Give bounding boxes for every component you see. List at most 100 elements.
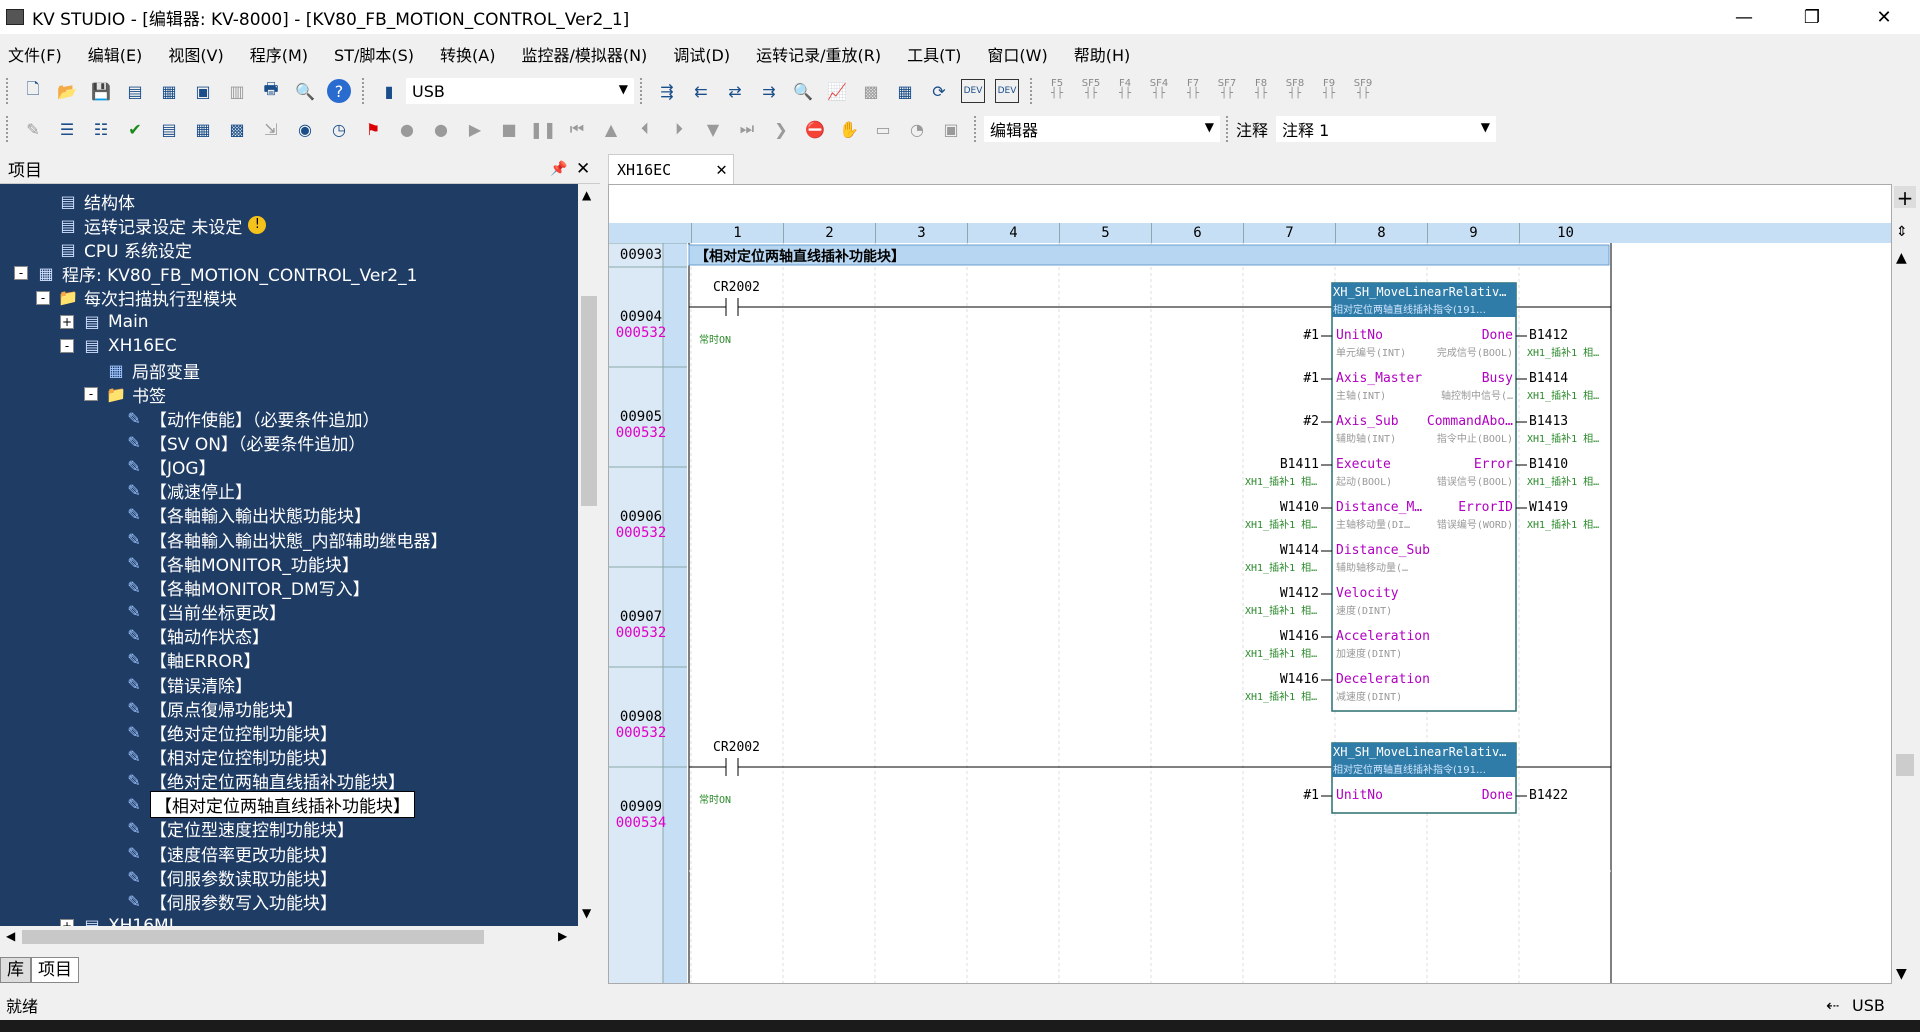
row-number[interactable]: 00905 000532 xyxy=(609,409,673,441)
tree-node[interactable]: ✎ 【各軸輸入輸出状態功能块】 xyxy=(124,503,371,527)
read-from-plc-icon[interactable]: ⇇ xyxy=(689,79,713,103)
input-address[interactable]: B1411 xyxy=(1249,457,1319,472)
scroll-down-icon[interactable]: ▼ xyxy=(582,906,591,920)
search-icon[interactable]: 🔍 xyxy=(791,79,815,103)
counter-icon[interactable]: ▣ xyxy=(939,117,963,141)
collapse-icon[interactable]: - xyxy=(14,266,28,281)
step-icon[interactable]: ⏵ xyxy=(667,117,691,141)
down-icon[interactable]: ▼ xyxy=(701,117,725,141)
tree-node[interactable]: - 📁 书签 xyxy=(84,382,166,407)
tree-node[interactable]: ✎ 【各軸MONITOR_DM写入】 xyxy=(124,575,369,600)
stop-circle-icon[interactable]: ⛔ xyxy=(803,117,827,141)
fb-name[interactable]: XH_SH_MoveLinearRelativ… xyxy=(1333,745,1515,759)
list-icon[interactable]: ☰ xyxy=(55,117,79,141)
row-number[interactable]: 00904 000532 xyxy=(609,309,673,341)
row-number[interactable]: 00907 000532 xyxy=(609,609,673,641)
transfer-to-plc-icon[interactable]: ⇶ xyxy=(655,79,679,103)
h-scroll-thumb[interactable] xyxy=(22,930,484,944)
input-address[interactable]: W1414 xyxy=(1249,543,1319,558)
panel-tab-0[interactable]: 库 xyxy=(0,957,31,983)
row-number[interactable]: 00906 000532 xyxy=(609,509,673,541)
scroll-thumb[interactable] xyxy=(581,296,597,506)
tree-node[interactable]: ✎ 【原点復帰功能块】 xyxy=(124,696,303,721)
screen-icon[interactable]: ▭ xyxy=(871,117,895,141)
tree-node[interactable]: ✎ 【绝对定位两轴直线插补功能块】 xyxy=(124,769,405,793)
chart-icon[interactable]: 📈 xyxy=(825,79,849,103)
record2-icon[interactable]: ● xyxy=(429,117,453,141)
collapse-icon[interactable]: - xyxy=(84,387,98,402)
menu-item-9[interactable]: 工具(T) xyxy=(907,42,961,66)
output-address[interactable]: B1414 xyxy=(1529,371,1568,386)
ladder-editor[interactable]: 1 2 3 4 5 6 7 8 9 10 00903 00904 000532 00905 000532 0… xyxy=(608,184,1892,984)
pen-icon[interactable]: ✎ xyxy=(21,117,45,141)
record-icon[interactable]: ● xyxy=(395,117,419,141)
refresh-icon[interactable]: ⟳ xyxy=(927,79,951,103)
menu-item-5[interactable]: 转换(A) xyxy=(440,42,495,66)
fkey-sf8-button[interactable]: SF8 ┤├ xyxy=(1280,79,1310,103)
input-address[interactable]: #1 xyxy=(1249,371,1319,386)
scroll-up-icon[interactable]: ▲ xyxy=(582,188,591,202)
tree-node[interactable]: ✎ 【定位型速度控制功能块】 xyxy=(124,817,354,841)
menu-item-3[interactable]: 程序(M) xyxy=(250,42,308,66)
tree-node[interactable]: ✎ 【减速停止】 xyxy=(124,479,252,503)
tree-node[interactable]: ✎ 【错误清除】 xyxy=(124,672,252,697)
input-address[interactable]: #1 xyxy=(1249,328,1319,343)
tree-node[interactable]: ✎ 【轴动作状态】 xyxy=(124,624,269,648)
rewind-icon[interactable]: ⏮ xyxy=(565,117,589,141)
fkey-sf5-button[interactable]: SF5 ┤├ xyxy=(1076,79,1106,103)
open-folder-icon[interactable]: 📂 xyxy=(55,79,79,103)
fkey-f7-button[interactable]: F7 ┤├ xyxy=(1178,79,1208,103)
fb-name[interactable]: XH_SH_MoveLinearRelativ… xyxy=(1333,285,1515,299)
output-address[interactable]: B1410 xyxy=(1529,457,1568,472)
save-all-icon[interactable]: ▤ xyxy=(123,79,147,103)
tree-node[interactable]: ✎ 【各軸MONITOR_功能块】 xyxy=(124,551,359,576)
list-numbered-icon[interactable]: ☷ xyxy=(89,117,113,141)
pin-icon[interactable]: 📌 xyxy=(550,161,567,177)
menu-item-10[interactable]: 窗口(W) xyxy=(987,42,1047,66)
tree-node[interactable]: ▦ 局部变量 xyxy=(84,358,200,383)
menu-item-0[interactable]: 文件(F) xyxy=(8,42,62,66)
new-file-icon[interactable]: 🗋 xyxy=(21,79,45,103)
collapse-icon[interactable]: - xyxy=(60,338,74,353)
connection-combo[interactable]: USB ▼ xyxy=(406,78,634,104)
tree-node[interactable]: ✎ 【伺服参数读取功能块】 xyxy=(124,865,337,890)
memory-icon[interactable]: ▤ xyxy=(157,117,181,141)
tree-node[interactable]: ✎ 【当前坐标更改】 xyxy=(124,600,286,624)
minimize-button[interactable]: — xyxy=(1716,0,1772,34)
timer-icon[interactable]: ◔ xyxy=(905,117,929,141)
table-icon[interactable]: ▦ xyxy=(893,79,917,103)
tree-node[interactable]: ✎ 【动作使能】（必要条件追加） xyxy=(124,406,379,431)
tree-node[interactable]: - 📁 每次扫描执行型模块 xyxy=(36,286,237,310)
print-preview-icon[interactable]: 🔍 xyxy=(293,79,317,103)
input-address[interactable]: #2 xyxy=(1249,414,1319,429)
registration-icon[interactable]: ▩ xyxy=(859,79,883,103)
fkey-sf9-button[interactable]: SF9 ┤├ xyxy=(1348,79,1378,103)
section-comment[interactable]: 【相对定位两轴直线插补功能块】 xyxy=(695,246,905,266)
tree-node[interactable]: ✎ 【伺服参数写入功能块】 xyxy=(124,889,337,914)
tree-node[interactable]: ▤ CPU 系统设定 xyxy=(36,237,192,262)
fkey-f9-button[interactable]: F9 ┤├ xyxy=(1314,79,1344,103)
menu-item-11[interactable]: 帮助(H) xyxy=(1074,42,1131,66)
expand-icon[interactable]: + xyxy=(60,314,74,329)
monitor-transfer-icon[interactable]: ⇉ xyxy=(757,79,781,103)
editor-scroll-thumb[interactable] xyxy=(1896,754,1914,776)
tree-node[interactable]: ▤ 结构体 xyxy=(36,189,135,214)
print-icon[interactable]: 🖶 xyxy=(259,79,283,103)
tree-node[interactable]: - ▤ XH16EC xyxy=(60,334,177,358)
input-address[interactable]: #1 xyxy=(1249,788,1319,803)
input-address[interactable]: W1412 xyxy=(1249,586,1319,601)
write-icon[interactable]: ▩ xyxy=(225,117,249,141)
menu-item-4[interactable]: ST/脚本(S) xyxy=(334,42,414,66)
next-icon[interactable]: ❯ xyxy=(769,117,793,141)
scroll-up-icon[interactable]: ▲ xyxy=(1896,250,1907,266)
checklist-icon[interactable]: ✔ xyxy=(123,117,147,141)
dev-icon[interactable]: DEV xyxy=(961,79,985,103)
menu-item-2[interactable]: 视图(V) xyxy=(168,42,223,66)
zoom-in-icon[interactable]: + xyxy=(1894,186,1916,210)
expand-icon[interactable]: + xyxy=(60,918,74,926)
fkey-f4-button[interactable]: F4 ┤├ xyxy=(1110,79,1140,103)
panel-tab-1[interactable]: 项目 xyxy=(31,957,79,983)
fkey-f8-button[interactable]: F8 ┤├ xyxy=(1246,79,1276,103)
tree-node[interactable]: ✎ 【各軸輸入輸出状態_内部辅助继电器】 xyxy=(124,527,447,552)
tree-node[interactable]: ✎ 【相对定位控制功能块】 xyxy=(124,744,337,769)
